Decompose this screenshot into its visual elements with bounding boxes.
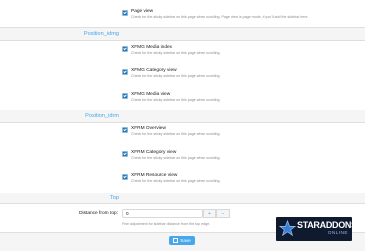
checkbox-checked-icon[interactable] bbox=[122, 174, 128, 180]
option-hint: Check for the sticky sidebar on this pag… bbox=[131, 51, 221, 55]
section-title: Position_idrm bbox=[85, 113, 119, 119]
section-header-idmg bbox=[0, 28, 365, 41]
distance-hint: Fine adjustment for sidebar distance fro… bbox=[122, 222, 211, 226]
checkbox-checked-icon[interactable] bbox=[122, 127, 128, 133]
option-label: XFMG Category view bbox=[131, 68, 177, 73]
section-title: Position_idmg bbox=[83, 31, 119, 37]
logo-text: STARADDONS bbox=[297, 220, 352, 230]
save-icon bbox=[173, 238, 179, 244]
distance-label: Distance from top: bbox=[79, 211, 118, 216]
option-hint: Check for the sticky sidebar on this pag… bbox=[131, 15, 309, 19]
logo-subtext: ONLINE bbox=[327, 231, 348, 236]
checkbox-checked-icon[interactable] bbox=[122, 46, 128, 52]
option-hint: Check for the sticky sidebar on this pag… bbox=[131, 132, 221, 136]
section-header-idrm bbox=[0, 110, 365, 123]
option-hint: Check for the sticky sidebar on this pag… bbox=[131, 74, 221, 78]
checkbox-checked-icon[interactable] bbox=[122, 93, 128, 99]
save-button[interactable]: Save bbox=[169, 236, 195, 245]
option-label: XFMG Media index bbox=[131, 45, 173, 50]
staraddons-logo: STARADDONS ONLINE bbox=[276, 217, 352, 241]
option-hint: Check for the sticky sidebar on this pag… bbox=[131, 98, 221, 102]
option-label: XFRM Resource view bbox=[131, 173, 178, 178]
page-view-band: Page view Check for the sticky sidebar o… bbox=[0, 0, 365, 28]
star-logo-icon bbox=[279, 220, 296, 237]
section-header-top bbox=[0, 193, 365, 204]
option-label: XFRM Overview bbox=[131, 126, 166, 131]
option-label: Page view bbox=[131, 9, 154, 14]
option-hint: Check for the sticky sidebar on this pag… bbox=[131, 156, 221, 160]
distance-input[interactable] bbox=[122, 209, 203, 218]
checkbox-checked-icon[interactable] bbox=[122, 10, 128, 16]
decrement-button[interactable]: − bbox=[216, 209, 230, 218]
checkbox-checked-icon[interactable] bbox=[122, 69, 128, 75]
section-title: Top bbox=[109, 195, 119, 201]
option-hint: Check for the sticky sidebar on this pag… bbox=[131, 179, 221, 183]
option-label: XFMG Media view bbox=[131, 92, 171, 97]
checkbox-checked-icon[interactable] bbox=[122, 151, 128, 157]
option-label: XFRM Category view bbox=[131, 150, 177, 155]
increment-button[interactable]: + bbox=[203, 209, 216, 218]
save-label: Save bbox=[180, 238, 191, 243]
